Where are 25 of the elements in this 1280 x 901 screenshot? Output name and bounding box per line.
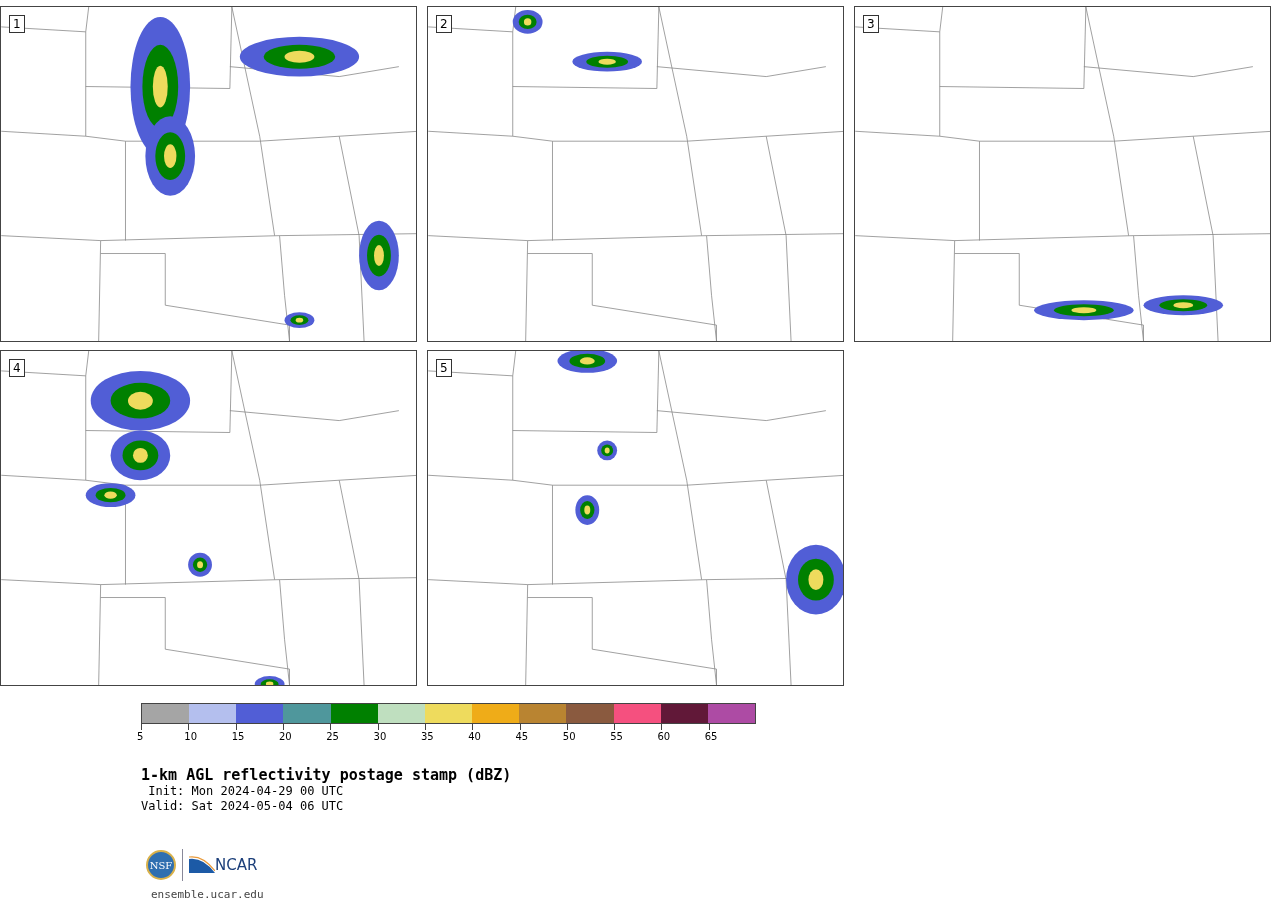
tick-label: 50 bbox=[562, 731, 576, 742]
swoosh-icon bbox=[189, 855, 215, 875]
tick-label: 25 bbox=[326, 731, 339, 742]
tick-label: 65 bbox=[704, 731, 718, 742]
panel-number: 3 bbox=[863, 15, 879, 33]
tick-label: 40 bbox=[468, 731, 481, 742]
panel-number: 1 bbox=[9, 15, 25, 33]
tick-label: 35 bbox=[420, 731, 434, 742]
panel-number: 4 bbox=[9, 359, 25, 377]
tick-label: 60 bbox=[657, 731, 671, 742]
valid-time: Valid: Sat 2024-05-04 06 UTC bbox=[141, 799, 345, 814]
tick-label: 15 bbox=[231, 731, 245, 742]
panel-number: 2 bbox=[436, 15, 452, 33]
seal-logo: NSF bbox=[146, 850, 176, 880]
panel-number: 5 bbox=[436, 359, 452, 377]
tick-label: 30 bbox=[373, 731, 387, 742]
chart-title: 1-km AGL reflectivity postage stamp (dBZ) bbox=[141, 766, 513, 784]
site-url: ensemble.ucar.edu bbox=[151, 888, 265, 901]
tick-label: 20 bbox=[278, 731, 292, 742]
brand-logo: NCAR bbox=[215, 856, 258, 874]
tick-label: 5 bbox=[137, 731, 144, 742]
tick-label: 55 bbox=[610, 731, 623, 742]
init-time: Init: Mon 2024-04-29 00 UTC bbox=[147, 784, 345, 799]
tick-label: 45 bbox=[515, 731, 529, 742]
tick-label: 10 bbox=[184, 731, 198, 742]
